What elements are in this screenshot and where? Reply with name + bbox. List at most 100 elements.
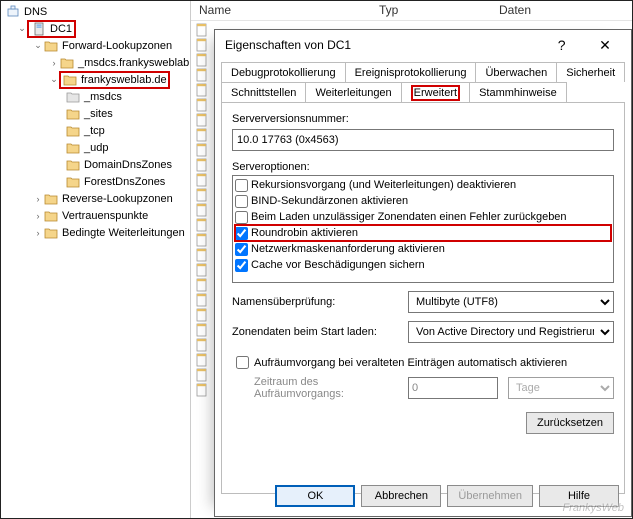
tab-security[interactable]: Sicherheit <box>556 62 625 82</box>
tab-interfaces[interactable]: Schnittstellen <box>221 82 306 102</box>
dns-icon <box>5 5 21 19</box>
tree-sub-1[interactable]: _sites <box>5 105 190 122</box>
watermark: FrankysWeb <box>562 502 624 514</box>
folder-icon <box>43 209 59 223</box>
opt-recursion[interactable]: Rekursionsvorgang (und Weiterleitungen) … <box>235 177 611 193</box>
tree-dc1-label: DC1 <box>50 23 72 35</box>
cleanup-period-row: Zeitraum des Aufräumvorgangs: Tage <box>254 376 614 400</box>
cancel-button[interactable]: Abbrechen <box>361 485 441 507</box>
tab-monitor[interactable]: Überwachen <box>475 62 557 82</box>
version-field <box>232 129 614 151</box>
namecheck-combo[interactable]: Multibyte (UTF8) <box>408 291 614 313</box>
checkbox[interactable] <box>235 259 248 272</box>
tree-msdcs-long[interactable]: › _msdcs.frankysweblab <box>5 54 190 71</box>
opt-netmask[interactable]: Netzwerkmaskenanforderung aktivieren <box>235 241 611 257</box>
version-label: Serverversionsnummer: <box>232 113 614 125</box>
folder-icon <box>43 39 59 53</box>
server-options-list[interactable]: Rekursionsvorgang (und Weiterleitungen) … <box>232 175 614 283</box>
close-button[interactable]: ✕ <box>585 32 625 58</box>
folder-icon <box>62 73 78 87</box>
properties-dialog: Eigenschaften von DC1 ? ✕ Debugprotokoll… <box>214 29 632 517</box>
folder-icon <box>43 226 59 240</box>
cleanup-checkbox[interactable] <box>236 356 249 369</box>
folder-grey-icon <box>65 90 81 104</box>
tree-sub-3[interactable]: _udp <box>5 139 190 156</box>
tree-rev[interactable]: › Reverse-Lookupzonen <box>5 190 190 207</box>
tree-zone[interactable]: ⌄ frankysweblab.de <box>5 71 190 88</box>
col-daten[interactable]: Daten <box>491 1 632 20</box>
folder-icon <box>43 192 59 206</box>
chevron-down-icon[interactable]: ⌄ <box>49 74 59 85</box>
zoneload-combo[interactable]: Von Active Directory und Registrierung <box>408 321 614 343</box>
cleanup-period-label: Zeitraum des Aufräumvorgangs: <box>254 376 398 400</box>
apply-button: Übernehmen <box>447 485 533 507</box>
tab-event[interactable]: Ereignisprotokollierung <box>345 62 477 82</box>
checkbox[interactable] <box>235 179 248 192</box>
chevron-right-icon[interactable]: › <box>33 194 43 204</box>
folder-icon <box>65 175 81 189</box>
tree-fwd-label: Forward-Lookupzonen <box>62 40 172 52</box>
folder-icon <box>65 124 81 138</box>
tree-sub-5[interactable]: ForestDnsZones <box>5 173 190 190</box>
opt-roundrobin[interactable]: Roundrobin aktivieren <box>235 225 611 241</box>
tree-fwd[interactable]: ⌄ Forward-Lookupzonen <box>5 37 190 54</box>
tree-sub-0[interactable]: _msdcs <box>5 88 190 105</box>
namecheck-label: Namensüberprüfung: <box>232 296 402 308</box>
checkbox[interactable] <box>235 243 248 256</box>
folder-icon <box>65 141 81 155</box>
chevron-right-icon[interactable]: › <box>33 228 43 238</box>
tab-advanced[interactable]: Erweitert <box>401 82 470 102</box>
tree-trust[interactable]: › Vertrauenspunkte <box>5 207 190 224</box>
tree-root-label: DNS <box>24 6 47 18</box>
checkbox[interactable] <box>235 211 248 224</box>
reset-button[interactable]: Zurücksetzen <box>526 412 614 434</box>
cleanup-check-row[interactable]: Aufräumvorgang bei veralteten Einträgen … <box>232 353 614 372</box>
tab-roothints[interactable]: Stammhinweise <box>469 82 567 102</box>
tree-label: _udp <box>84 142 108 154</box>
opt-bind[interactable]: BIND-Sekundärzonen aktivieren <box>235 193 611 209</box>
col-name[interactable]: Name <box>191 1 371 20</box>
checkbox[interactable] <box>235 227 248 240</box>
chevron-down-icon[interactable]: ⌄ <box>33 40 43 51</box>
tree-label: _tcp <box>84 125 105 137</box>
dialog-title: Eigenschaften von DC1 <box>225 38 351 52</box>
opt-cache[interactable]: Cache vor Beschädigungen sichern <box>235 257 611 273</box>
tree-sub-2[interactable]: _tcp <box>5 122 190 139</box>
options-label: Serveroptionen: <box>232 161 614 173</box>
tab-debug[interactable]: Debugprotokollierung <box>221 62 346 82</box>
folder-icon <box>59 56 75 70</box>
tree-sub-4[interactable]: DomainDnsZones <box>5 156 190 173</box>
tree-zone-label: frankysweblab.de <box>81 74 167 86</box>
tree-root[interactable]: DNS <box>5 3 190 20</box>
tree-label: Bedingte Weiterleitungen <box>62 227 185 239</box>
server-icon <box>31 22 47 36</box>
folder-icon <box>65 158 81 172</box>
cleanup-label: Aufräumvorgang bei veralteten Einträgen … <box>254 357 567 369</box>
cleanup-value-field <box>408 377 498 399</box>
tree-label: _sites <box>84 108 113 120</box>
tree-label: _msdcs.frankysweblab <box>78 57 189 69</box>
tab-forwarders[interactable]: Weiterleitungen <box>305 82 401 102</box>
col-typ[interactable]: Typ <box>371 1 491 20</box>
tree-label: _msdcs <box>84 91 122 103</box>
chevron-right-icon[interactable]: › <box>49 58 59 68</box>
tree-dc1[interactable]: ⌄ DC1 <box>5 20 190 37</box>
dialog-titlebar[interactable]: Eigenschaften von DC1 ? ✕ <box>215 30 631 60</box>
ok-button[interactable]: OK <box>275 485 355 507</box>
tree-cond[interactable]: › Bedingte Weiterleitungen <box>5 224 190 241</box>
chevron-down-icon[interactable]: ⌄ <box>17 23 27 34</box>
tree-label: DomainDnsZones <box>84 159 172 171</box>
cleanup-unit-combo: Tage <box>508 377 614 399</box>
chevron-right-icon[interactable]: › <box>33 211 43 221</box>
tab-content: Serverversionsnummer: Serveroptionen: Re… <box>221 102 625 494</box>
checkbox[interactable] <box>235 195 248 208</box>
tree-label: Vertrauenspunkte <box>62 210 148 222</box>
tree-label: ForestDnsZones <box>84 176 165 188</box>
opt-failload[interactable]: Beim Laden unzulässiger Zonendaten einen… <box>235 209 611 225</box>
list-header: Name Typ Daten <box>191 1 632 21</box>
folder-icon <box>65 107 81 121</box>
tree-pane: DNS ⌄ DC1 ⌄ Forward-Lookupzonen › _msdcs… <box>1 1 191 518</box>
help-button[interactable]: ? <box>542 32 582 58</box>
tree-label: Reverse-Lookupzonen <box>62 193 173 205</box>
zoneload-label: Zonendaten beim Start laden: <box>232 326 402 338</box>
